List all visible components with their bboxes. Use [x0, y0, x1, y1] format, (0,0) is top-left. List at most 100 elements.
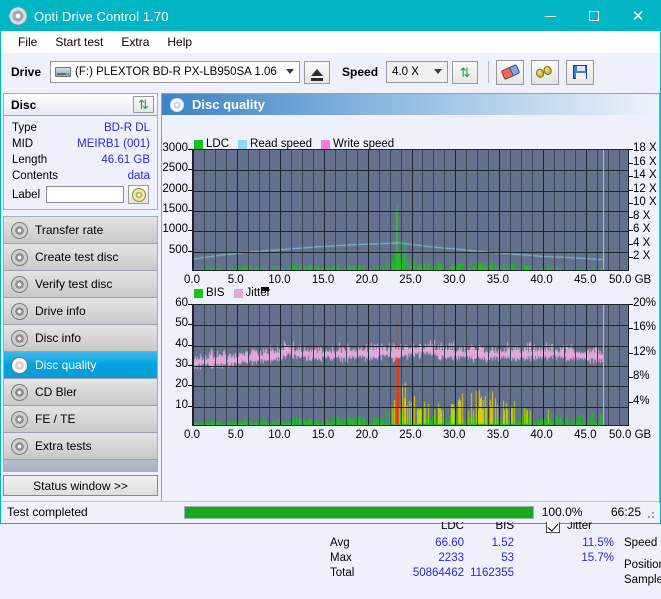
maximize-button[interactable]: [572, 1, 616, 31]
sidebar-item-extra-tests[interactable]: Extra tests: [4, 433, 157, 460]
legend-swatch-icon: [321, 139, 331, 149]
disc-icon: [11, 437, 28, 455]
y2-axis-tick-mark: [629, 216, 633, 218]
menu-item-start-test[interactable]: Start test: [46, 33, 112, 51]
legend-item: LDC: [194, 138, 229, 150]
sidebar-item-label: Create test disc: [35, 250, 119, 264]
sidebar-item-verify-test-disc[interactable]: Verify test disc: [4, 271, 157, 298]
floppy-save-icon: [573, 65, 588, 79]
legend-label: Jitter: [245, 287, 271, 299]
sidebar-item-drive-info[interactable]: Drive info: [4, 298, 157, 325]
panel-header: Disc quality: [162, 94, 659, 115]
sidebar-item-transfer-rate[interactable]: Transfer rate: [4, 217, 157, 244]
menu-item-help[interactable]: Help: [158, 33, 201, 51]
disc-row-value: MEIRB1 (001): [77, 138, 150, 150]
eject-button[interactable]: [304, 60, 331, 84]
toolbar-separator: [488, 61, 490, 83]
status-window-button[interactable]: Status window >>: [3, 475, 158, 496]
y-axis-tick: 500: [168, 243, 188, 256]
glasses-icon: [534, 63, 556, 80]
disc-row-key: Length: [12, 154, 48, 166]
disc-label-input[interactable]: [46, 186, 125, 203]
y2-axis-tick-mark: [629, 203, 633, 205]
elapsed-time: 66:25: [610, 505, 641, 519]
y-axis-tick-mark: [188, 304, 192, 305]
sidebar-item-label: CD Bler: [35, 385, 78, 399]
x-axis-tick: 50.0 GB: [609, 274, 652, 286]
disc-refresh-button[interactable]: ⇅: [133, 96, 154, 113]
y2-axis-tick-mark: [629, 328, 633, 330]
stats-row-total-label: Total: [330, 567, 355, 579]
sidebar-item-disc-quality[interactable]: Disc quality: [4, 352, 157, 379]
grid-line-h: [193, 170, 628, 171]
drive-select[interactable]: (F:) PLEXTOR BD-R PX-LB950SA 1.06: [50, 61, 301, 83]
y2-axis-tick: 16%: [633, 321, 657, 334]
disc-icon: [11, 275, 28, 293]
disc-info-title: Disc: [11, 97, 37, 112]
sidebar-item-label: Extra tests: [35, 439, 92, 453]
resize-grip-icon[interactable]: [645, 509, 656, 520]
status-text: Test completed: [7, 505, 88, 519]
y2-axis-tick: 4 X: [633, 236, 651, 249]
end-position-marker: [603, 305, 604, 425]
grid-line-h: [193, 231, 628, 232]
y-axis-tick: 30: [175, 358, 188, 370]
sidebar-item-create-test-disc[interactable]: Create test disc: [4, 244, 157, 271]
sidebar-item-fe-te[interactable]: FE / TE: [4, 406, 157, 433]
y-axis-tick-mark: [188, 230, 192, 232]
minimize-button[interactable]: [528, 1, 572, 31]
drive-label: Drive: [11, 65, 42, 79]
disc-row-key: MID: [12, 138, 34, 150]
left-panel: Disc ⇅ Type BD-R DL MID MEIRB1 (001) Len…: [3, 93, 158, 496]
disc-icon: [11, 248, 28, 266]
y-axis-tick: 50: [175, 317, 188, 330]
menu-item-file[interactable]: File: [9, 33, 46, 51]
chart1-plot-area: [192, 149, 629, 271]
legend-swatch-icon: [233, 288, 243, 298]
y-axis-tick: 40: [175, 337, 188, 350]
y2-axis-tick: 16 X: [633, 155, 657, 168]
sidebar-item-label: Verify test disc: [35, 277, 113, 291]
speed-select[interactable]: 4.0 X: [386, 61, 449, 83]
speed-label: Speed: [342, 65, 379, 79]
refresh-button[interactable]: ⇅: [452, 60, 479, 84]
minimize-icon: [544, 15, 556, 17]
y2-axis-tick-mark: [629, 243, 633, 245]
cd-disc-icon: [131, 187, 146, 202]
disc-label-key: Label: [12, 188, 41, 201]
y2-axis-tick-mark: [629, 257, 633, 259]
sidebar-item-label: Drive info: [35, 304, 86, 318]
stats-position-label: Position: [624, 559, 661, 571]
chart2-plot-area: [192, 304, 629, 426]
sidebar-item-cd-bler[interactable]: CD Bler: [4, 379, 157, 406]
settings-button[interactable]: [531, 59, 560, 85]
legend-swatch-icon: [194, 139, 203, 149]
sidebar-item-disc-info[interactable]: Disc info: [4, 325, 157, 352]
nav-footer-spacer: [4, 460, 157, 471]
menu-bar: File Start test Extra Help: [1, 31, 660, 53]
y2-axis-tick: 20%: [633, 297, 657, 309]
save-button[interactable]: [566, 59, 595, 85]
drive-icon: [55, 65, 72, 79]
y2-axis-tick: 4%: [633, 394, 650, 407]
y-axis-tick: 60: [175, 297, 188, 309]
stats-total-bis: 1162355: [470, 567, 514, 579]
disc-quality-icon: [170, 97, 184, 112]
disc-icon: [11, 410, 28, 428]
y-axis-tick: 2500: [162, 162, 188, 175]
erase-disc-button[interactable]: [496, 59, 525, 85]
sidebar-item-label: FE / TE: [35, 412, 76, 426]
y2-axis-tick: 12%: [633, 345, 657, 358]
close-button[interactable]: ✕: [616, 1, 660, 31]
y-axis-tick: 3000: [162, 142, 188, 154]
sidebar-item-label: Disc info: [35, 331, 82, 345]
menu-item-extra[interactable]: Extra: [112, 33, 158, 51]
stats-samples-label: Samples: [624, 574, 661, 586]
progress-percent: 100.0%: [541, 505, 583, 519]
chart2-legend: BIS Jitter: [194, 287, 275, 299]
legend-item: Jitter: [233, 287, 271, 299]
disc-row-value: BD-R DL: [103, 122, 150, 134]
drive-toolbar: Drive (F:) PLEXTOR BD-R PX-LB950SA 1.06 …: [1, 53, 660, 91]
stats-total-ldc: 50864462: [412, 567, 464, 579]
grid-line-h: [193, 346, 628, 347]
